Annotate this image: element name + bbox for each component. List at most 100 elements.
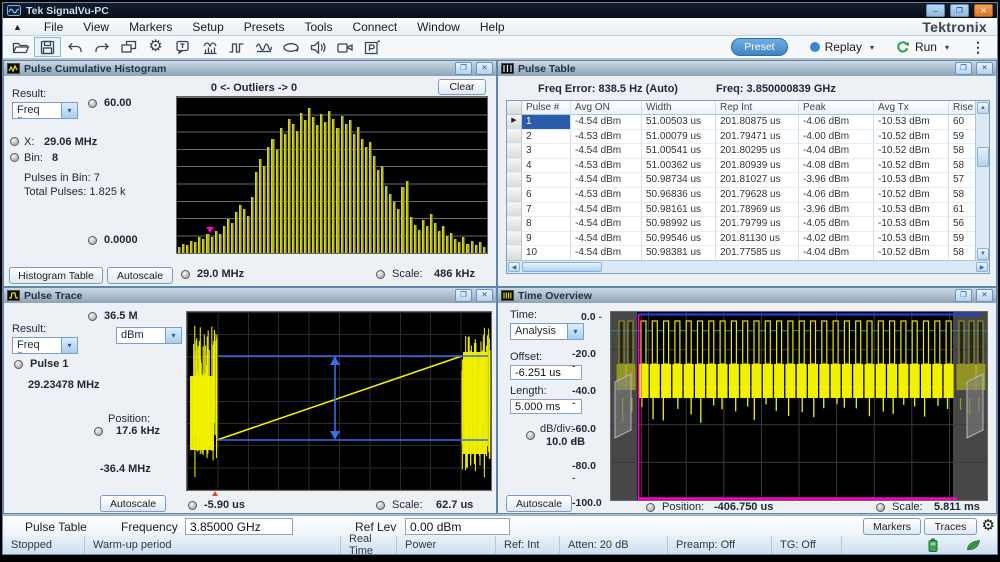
row-selector-cell[interactable] [507,173,522,188]
table-row[interactable]: 4-4.53 dBm51.00362 us201.80939 us-4.08 d… [507,159,989,174]
scale-value[interactable]: 62.7 us [436,499,473,511]
restore-panel-button[interactable]: ❐ [955,289,972,302]
position-value[interactable]: -406.750 us [714,501,773,513]
displays-icon[interactable] [115,37,142,57]
scroll-down-icon[interactable]: ▼ [977,248,989,260]
row-selector-cell[interactable] [507,188,522,203]
bin-value[interactable]: 8 [52,152,58,164]
table-row[interactable]: 9-4.54 dBm50.99546 us201.81130 us-4.02 d… [507,232,989,247]
pulse-number-readout[interactable]: Pulse 1 [30,358,69,370]
restore-panel-button[interactable]: ❐ [455,289,472,302]
chevron-down-icon[interactable]: ▾ [870,43,874,52]
table-row[interactable]: 8-4.54 dBm50.98992 us201.79799 us-4.05 d… [507,217,989,232]
adjust-knob-icon[interactable] [376,501,385,510]
menu-item-file[interactable]: File [34,19,73,35]
row-selector-cell[interactable] [507,130,522,145]
adjust-knob-icon[interactable] [88,312,97,321]
close-panel-button[interactable]: ✕ [476,289,493,302]
chevron-down-icon[interactable]: ▾ [165,328,181,343]
row-selector-cell[interactable]: ▶ [507,115,522,130]
result-select[interactable]: Freq Dev ▾ [12,337,78,354]
undo-icon[interactable] [61,37,88,57]
close-panel-button[interactable]: ✕ [476,62,493,75]
horizontal-scrollbar[interactable]: ◀ ▶ [507,260,989,273]
pulse-table-panel-header[interactable]: Pulse Table ❐ ✕ [498,61,996,76]
column-header[interactable]: Pulse # [522,101,571,115]
row-selector-cell[interactable] [507,159,522,174]
more-options-icon[interactable]: ⋮ [971,39,985,56]
minimize-button[interactable]: – [926,4,945,17]
menu-item-presets[interactable]: Presets [234,19,295,35]
pulse-table[interactable]: Pulse #Avg ONWidthRep IntPeakAvg TxRise▶… [506,100,990,274]
table-row[interactable]: ▶1-4.54 dBm51.00503 us201.80875 us-4.06 … [507,115,989,130]
trace-y-max[interactable]: 36.5 M [104,310,138,322]
row-selector-cell[interactable] [507,217,522,232]
trace-x-start[interactable]: -5.90 us [204,499,245,511]
adjust-knob-icon[interactable] [526,431,535,440]
adjust-knob-icon[interactable] [88,99,97,108]
menu-item-tools[interactable]: Tools [294,19,342,35]
adjust-knob-icon[interactable] [14,360,23,369]
menu-item-view[interactable]: View [73,19,119,35]
spin-view-icon[interactable] [277,37,304,57]
adjust-knob-icon[interactable] [94,427,103,436]
restore-panel-button[interactable]: ❐ [955,62,972,75]
row-selector-cell[interactable] [507,203,522,218]
scrollbar-thumb[interactable] [522,262,602,272]
pulse-trace-chart[interactable] [186,311,492,491]
replay-control[interactable]: Replay ▾ [810,40,874,54]
units-select[interactable]: dBm ▾ [116,327,182,344]
column-header[interactable]: Rise [949,101,976,115]
ref-lev-input[interactable] [405,518,510,535]
table-row[interactable]: 3-4.54 dBm51.00541 us201.80295 us-4.04 d… [507,144,989,159]
adjust-knob-icon[interactable] [876,503,885,512]
frequency-input[interactable] [185,518,293,535]
chevron-down-icon[interactable]: ▾ [61,103,77,118]
pulse-trace-panel-header[interactable]: Pulse Trace ❐ ✕ [4,288,496,303]
clear-button[interactable]: Clear [438,79,486,95]
scrollbar-thumb[interactable] [977,147,989,167]
display-settings-gear-icon[interactable]: ⚙ [982,518,995,534]
table-row[interactable]: 10-4.54 dBm50.98381 us201.77585 us-4.04 … [507,246,989,261]
traces-button[interactable]: Traces [924,518,977,535]
adjust-knob-icon[interactable] [646,503,655,512]
adjust-knob-icon[interactable] [181,270,190,279]
histogram-y-min[interactable]: 0.0000 [104,234,138,246]
table-row[interactable]: 2-4.53 dBm51.00079 us201.79471 us-4.00 d… [507,130,989,145]
column-header[interactable]: Peak [799,101,874,115]
pulse-setup-icon[interactable] [223,37,250,57]
adjust-knob-icon[interactable] [88,236,97,245]
column-header[interactable]: Width [642,101,716,115]
histogram-table-button[interactable]: Histogram Table [9,267,103,284]
table-row[interactable]: 5-4.54 dBm50.98734 us201.81027 us-3.96 d… [507,173,989,188]
save-icon[interactable] [34,37,61,57]
trace-position-marker[interactable] [212,491,218,496]
maximize-button[interactable]: ❐ [950,4,969,17]
marker-tag-icon[interactable] [169,37,196,57]
table-row[interactable]: 7-4.54 dBm50.98161 us201.78969 us-3.96 d… [507,203,989,218]
open-folder-icon[interactable] [7,37,34,57]
scale-value[interactable]: 486 kHz [434,268,475,280]
adjust-knob-icon[interactable] [188,501,197,510]
trace-y-min[interactable]: -36.4 MHz [100,463,151,475]
histogram-x-start[interactable]: 29.0 MHz [197,268,244,280]
scroll-up-icon[interactable]: ▲ [977,102,989,114]
menu-item-window[interactable]: Window [407,19,470,35]
autoscale-button[interactable]: Autoscale [107,267,173,284]
audio-demod-icon[interactable] [304,37,331,57]
column-header[interactable]: Avg ON [571,101,642,115]
time-overview-chart[interactable] [610,311,988,501]
time-overview-panel-header[interactable]: Time Overview ❐ ✕ [498,288,996,303]
table-row[interactable]: 6-4.53 dBm50.96836 us201.79628 us-4.06 d… [507,188,989,203]
row-selector-cell[interactable] [507,246,522,261]
row-selector-cell[interactable] [507,144,522,159]
preset-button[interactable]: Preset [731,38,787,56]
adjust-knob-icon[interactable] [376,270,385,279]
column-header[interactable]: Rep Int [716,101,799,115]
trace-overwrite-icon[interactable] [250,37,277,57]
histogram-icon[interactable] [196,37,223,57]
restore-panel-button[interactable]: ❐ [455,62,472,75]
histogram-panel-header[interactable]: Pulse Cumulative Histogram ❐ ✕ [4,61,496,76]
autoscale-button[interactable]: Autoscale [100,495,166,512]
close-button[interactable]: ✕ [974,4,993,17]
